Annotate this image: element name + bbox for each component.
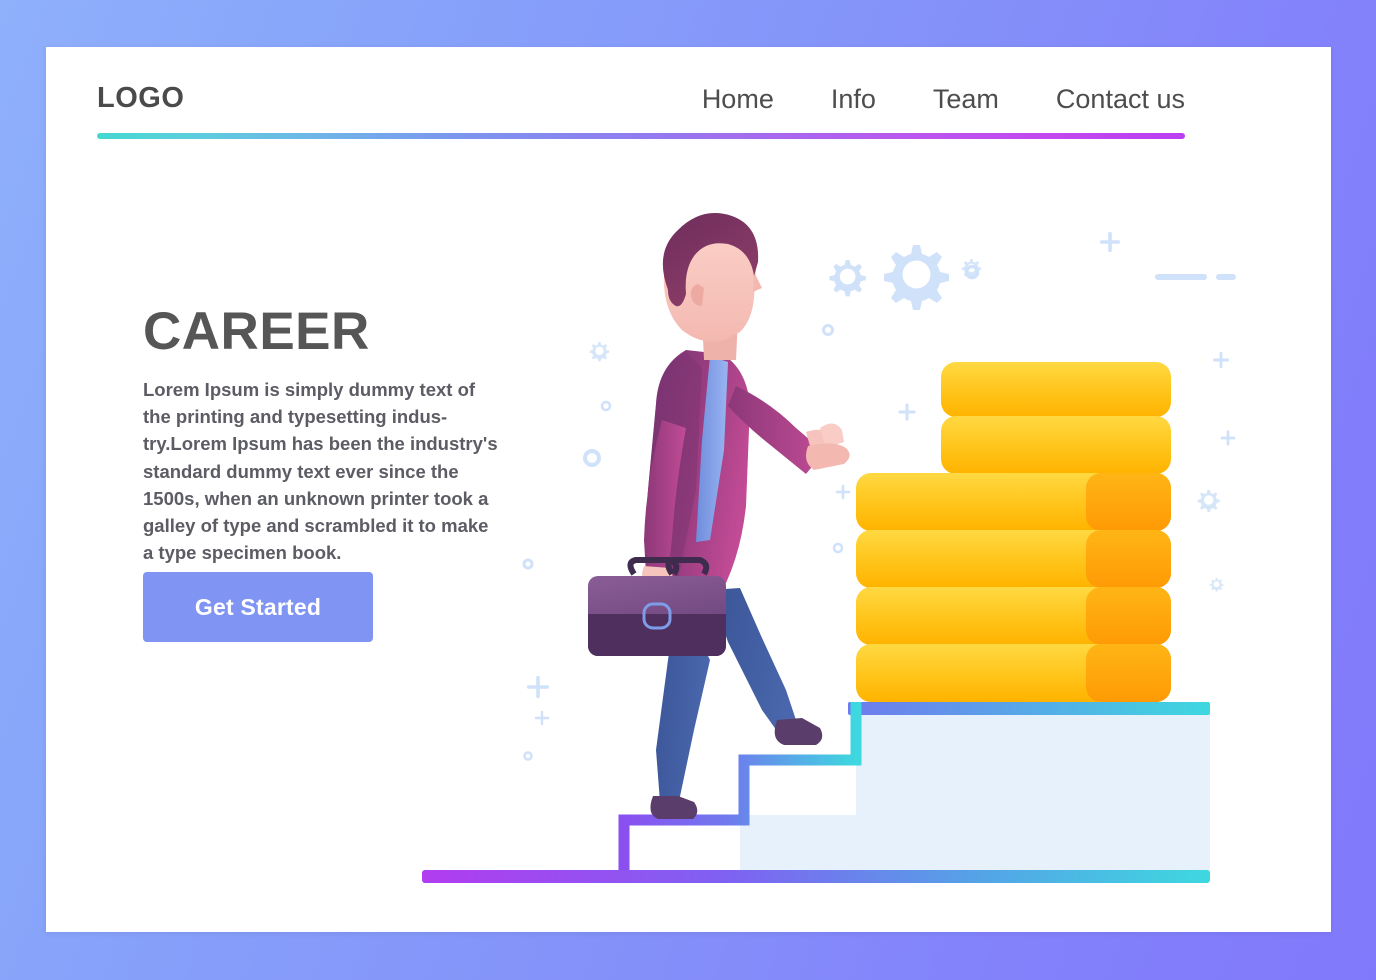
- stairs-fill: [624, 702, 1210, 875]
- nose: [753, 272, 762, 292]
- gear-large-icon: [884, 245, 949, 310]
- nav-item-team[interactable]: Team: [933, 84, 999, 115]
- gear-tiny-right-icon: [1209, 578, 1224, 592]
- get-started-button[interactable]: Get Started: [143, 572, 373, 642]
- header-gradient-divider: [97, 133, 1185, 139]
- gear-medium-icon: [829, 260, 866, 297]
- site-header: LOGO Home Info Team Contact us: [97, 70, 1185, 155]
- briefcase-lower: [588, 614, 726, 656]
- nav-item-info[interactable]: Info: [831, 84, 876, 115]
- dash-mark-icon: [1155, 274, 1236, 280]
- coin-wide-3: [856, 587, 1171, 645]
- page-root: LOGO Home Info Team Contact us CAREER Lo…: [0, 0, 1376, 980]
- coin-top-1: [941, 362, 1171, 417]
- gear-small-right-icon: [1197, 490, 1220, 513]
- front-shoe: [774, 718, 823, 745]
- businessman-figure: [588, 213, 850, 819]
- hero-illustration: [410, 190, 1250, 890]
- nav-item-home[interactable]: Home: [702, 84, 774, 115]
- coin-wide-2: [856, 530, 1171, 588]
- back-shoe: [650, 796, 698, 819]
- coin-wide-1: [856, 473, 1171, 531]
- raised-hand: [806, 423, 850, 470]
- gear-small-left-icon: [589, 342, 610, 362]
- logo[interactable]: LOGO: [97, 82, 184, 115]
- ground-line: [422, 870, 1210, 883]
- nav-item-contact-us[interactable]: Contact us: [1056, 84, 1185, 115]
- main-nav: Home Info Team Contact us: [702, 84, 1185, 115]
- coin-wide-4: [856, 644, 1171, 702]
- coin-top-2: [941, 416, 1171, 474]
- top-platform-edge: [848, 702, 1210, 715]
